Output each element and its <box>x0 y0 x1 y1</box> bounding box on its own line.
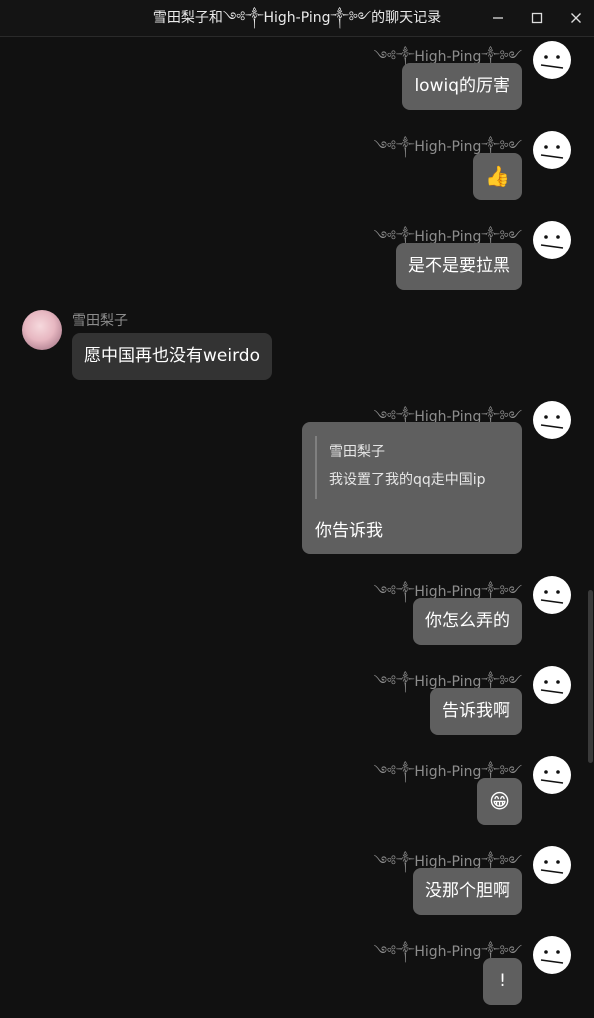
message-bubble[interactable]: 愿中国再也没有weirdo <box>72 333 272 380</box>
message-bubble[interactable]: 你怎么弄的 <box>413 598 522 645</box>
avatar-face-icon[interactable] <box>532 935 572 975</box>
message-bubble[interactable]: 没那个胆啊 <box>413 868 522 915</box>
chat-history-window: 雪田梨子和༺༒High-Ping༒༻的聊天记录 ༺༒High-Ping༒༻ lo… <box>0 0 594 1018</box>
minimize-icon <box>493 17 503 19</box>
message-bubble[interactable]: lowiq的厉害 <box>402 63 522 110</box>
close-button[interactable] <box>561 4 591 32</box>
quoted-message-bubble[interactable]: 雪田梨子 我设置了我的qq走中国ip 你告诉我 <box>302 422 522 554</box>
reply-text: 你告诉我 <box>315 521 383 541</box>
close-icon <box>571 13 581 23</box>
quote-bar <box>315 436 317 499</box>
avatar-face-icon[interactable] <box>532 755 572 795</box>
avatar-face-icon[interactable] <box>532 130 572 170</box>
avatar-other[interactable] <box>22 310 62 350</box>
message-bubble[interactable]: 告诉我啊 <box>430 688 522 735</box>
maximize-icon <box>531 12 543 24</box>
message-bubble[interactable]: 😁 <box>477 778 522 825</box>
avatar-face-icon[interactable] <box>532 575 572 615</box>
maximize-button[interactable] <box>522 4 552 32</box>
title-bar: 雪田梨子和༺༒High-Ping༒༻的聊天记录 <box>0 0 594 37</box>
avatar-face-icon[interactable] <box>532 665 572 705</box>
scrollbar-thumb[interactable] <box>588 590 593 763</box>
message-bubble[interactable]: ! <box>483 958 522 1005</box>
avatar-face-icon[interactable] <box>532 845 572 885</box>
quote-sender: 雪田梨子 <box>329 444 385 460</box>
avatar-face-icon[interactable] <box>532 40 572 80</box>
minimize-button[interactable] <box>483 4 513 32</box>
scrollbar[interactable] <box>587 38 594 1018</box>
message-bubble[interactable]: 👍 <box>473 153 522 200</box>
message-bubble[interactable]: 是不是要拉黑 <box>396 243 522 290</box>
avatar-face-icon[interactable] <box>532 400 572 440</box>
quote-text: 我设置了我的qq走中国ip <box>329 472 486 488</box>
avatar-face-icon[interactable] <box>532 220 572 260</box>
sender-name: 雪田梨子 <box>72 313 128 329</box>
